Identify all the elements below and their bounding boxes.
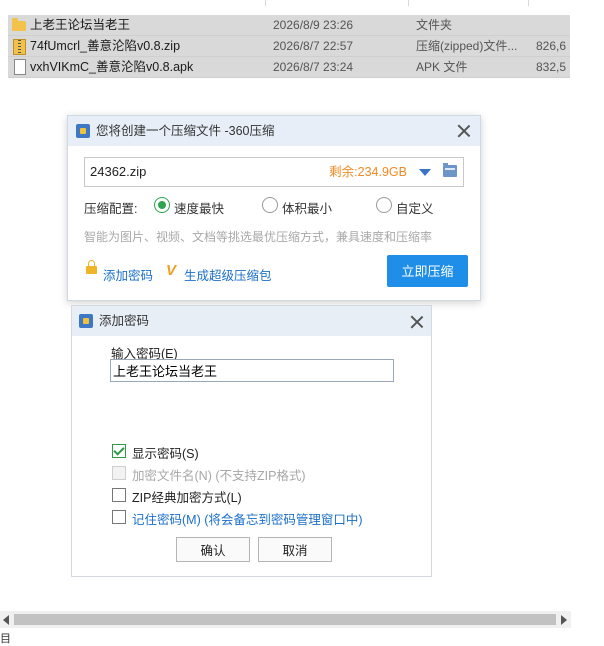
file-date: 2026/8/7 22:57 (273, 39, 354, 53)
radio-smallest[interactable] (262, 197, 278, 213)
file-date: 2026/8/7 23:24 (273, 60, 354, 74)
free-space-label: 剩余:234.9GB (329, 165, 407, 179)
folder-icon (12, 18, 26, 31)
add-password-dialog: 添加密码 输入密码(E) 显示密码(S) 加密文件名(N) (不支持ZIP格式)… (71, 305, 432, 577)
horizontal-scrollbar[interactable] (0, 611, 571, 628)
password-dialog-titlebar[interactable]: 添加密码 (72, 306, 431, 336)
file-row[interactable]: vxhVIKmC_善意沦陷v0.8.apk 2026/8/7 23:24 APK… (8, 57, 570, 78)
column-divider (408, 0, 409, 6)
start-compress-button[interactable]: 立即压缩 (387, 255, 468, 287)
file-type: 文件夹 (416, 18, 453, 32)
zip-classic-encryption-checkbox[interactable] (112, 488, 126, 502)
encrypt-filenames-checkbox (112, 466, 126, 480)
file-name: 上老王论坛当老王 (30, 18, 131, 32)
close-icon[interactable] (456, 123, 472, 139)
remember-password-label[interactable]: 记住密码(M) (将会备忘到密码管理窗口中) (132, 509, 363, 528)
360-zip-app-icon (79, 314, 93, 328)
show-password-checkbox[interactable] (112, 444, 126, 458)
file-size: 826,6 (536, 39, 567, 53)
zip-file-icon (13, 39, 26, 55)
v-badge-icon: V (166, 262, 177, 279)
compress-dialog-title: 您将创建一个压缩文件 -360压缩 (96, 124, 275, 138)
file-name: vxhVIKmC_善意沦陷v0.8.apk (30, 60, 194, 74)
compress-dialog: 您将创建一个压缩文件 -360压缩 24362.zip 剩余:234.9GB 压… (67, 115, 481, 301)
radio-fastest[interactable] (154, 197, 170, 213)
show-password-label[interactable]: 显示密码(S) (132, 443, 199, 462)
file-type: 压缩(zipped)文件... (416, 39, 518, 53)
compress-dialog-titlebar[interactable]: 您将创建一个压缩文件 -360压缩 (68, 116, 480, 146)
browse-folder-icon[interactable] (443, 163, 457, 177)
output-filename: 24362.zip (90, 164, 147, 179)
column-divider (265, 0, 266, 6)
file-row[interactable]: 上老王论坛当老王 2026/8/9 23:26 文件夹 (8, 15, 570, 36)
add-password-link[interactable]: 添加密码 (103, 265, 153, 284)
column-header-strip (0, 0, 570, 6)
dropdown-arrow-icon[interactable] (419, 169, 431, 176)
remember-password-checkbox[interactable] (112, 510, 126, 524)
ok-button[interactable]: 确认 (176, 537, 250, 562)
status-bar-fragment: 目 (0, 633, 11, 645)
radio-fastest-label[interactable]: 速度最快 (174, 198, 224, 217)
scroll-right-icon[interactable] (561, 615, 567, 625)
zip-classic-encryption-label[interactable]: ZIP经典加密方式(L) (132, 487, 242, 506)
encrypt-filenames-label: 加密文件名(N) (不支持ZIP格式) (132, 469, 306, 483)
scrollbar-thumb[interactable] (14, 614, 556, 625)
360-zip-app-icon (76, 124, 90, 138)
file-size: 832,5 (536, 60, 567, 74)
radio-custom[interactable] (376, 197, 392, 213)
lock-icon (86, 260, 97, 274)
radio-smallest-label[interactable]: 体积最小 (282, 198, 332, 217)
column-divider (528, 0, 529, 6)
file-type: APK 文件 (416, 60, 468, 74)
close-icon[interactable] (409, 314, 425, 330)
radio-custom-label[interactable]: 自定义 (396, 198, 434, 217)
file-row[interactable]: 74fUmcrl_善意沦陷v0.8.zip 2026/8/7 22:57 压缩(… (8, 36, 570, 57)
compress-hint: 智能为图片、视频、文档等挑选最优压缩方式，兼具速度和压缩率 (84, 230, 433, 244)
compress-config-label: 压缩配置: (84, 202, 138, 216)
cancel-button[interactable]: 取消 (258, 537, 332, 562)
output-filename-field[interactable]: 24362.zip 剩余:234.9GB (84, 157, 464, 187)
password-dialog-title: 添加密码 (99, 314, 150, 328)
scroll-left-icon[interactable] (3, 615, 9, 625)
super-zip-link[interactable]: 生成超级压缩包 (184, 265, 272, 284)
password-input[interactable] (110, 359, 394, 382)
file-date: 2026/8/9 23:26 (273, 18, 354, 32)
apk-file-icon (14, 59, 26, 75)
file-name: 74fUmcrl_善意沦陷v0.8.zip (30, 39, 181, 53)
